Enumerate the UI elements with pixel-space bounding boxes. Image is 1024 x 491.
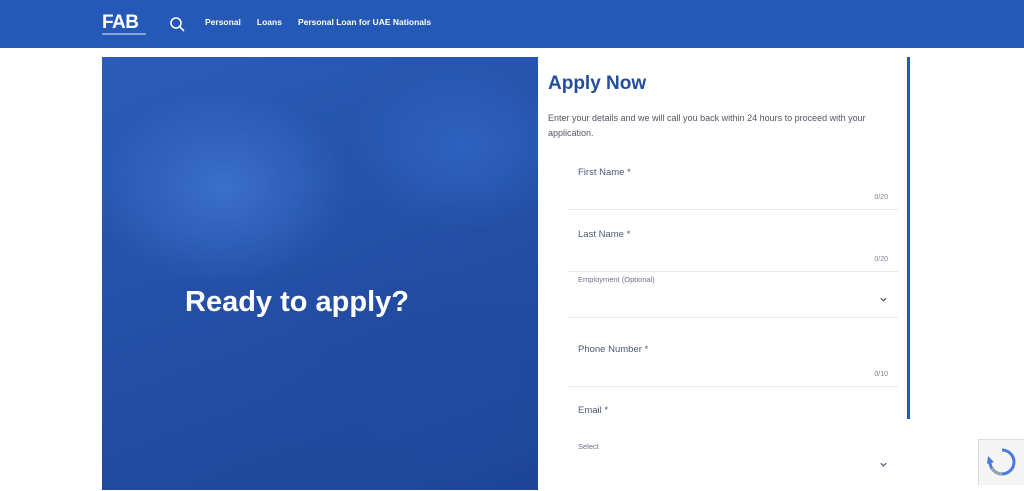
panel-scroll-indicator [907,57,910,419]
hero-title: Ready to apply? [185,286,409,318]
recaptcha-icon [987,448,1016,476]
chevron-down-icon[interactable] [879,460,888,469]
form-title: Apply Now [548,73,647,94]
last-name-underline [568,271,898,272]
first-name-counter: 0/20 [874,194,888,201]
recaptcha-badge[interactable] [978,439,1024,485]
first-name-underline [568,209,898,210]
dropdown-label: Select [578,442,599,451]
breadcrumb-loans[interactable]: Loans [257,17,282,27]
last-name-counter: 0/20 [874,256,888,263]
top-navigation-bar: FAB Personal Loans Personal Loan for UAE… [0,0,1024,48]
first-name-label: First Name * [578,167,631,178]
chevron-down-icon[interactable] [879,295,888,304]
fab-logo[interactable]: FAB [102,12,139,34]
phone-number-label: Phone Number * [578,344,649,355]
form-subtitle: Enter your details and we will call you … [548,113,866,138]
breadcrumb: Personal Loans Personal Loan for UAE Nat… [205,17,431,27]
phone-number-counter: 0/10 [874,371,888,378]
email-label: Email * [578,405,609,416]
apply-form-panel: Apply Now Enter your details and we will… [538,57,910,490]
breadcrumb-personal-loan-uae-nationals[interactable]: Personal Loan for UAE Nationals [298,17,431,27]
last-name-label: Last Name * [578,229,631,240]
employment-underline [568,317,898,318]
logo-underline [102,33,146,35]
search-icon[interactable] [169,16,185,32]
phone-number-underline [568,386,898,387]
employment-label: Employment (Optional) [578,275,655,284]
breadcrumb-personal[interactable]: Personal [205,17,241,27]
hero-banner: Ready to apply? [102,57,538,490]
